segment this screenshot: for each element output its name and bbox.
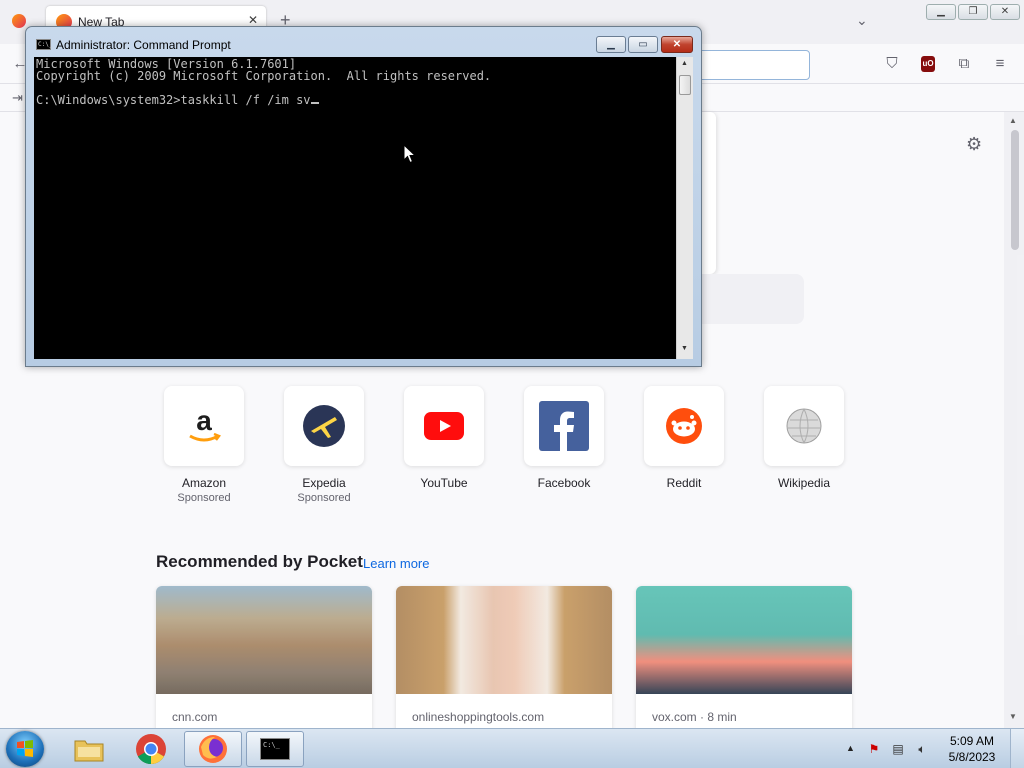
pocket-learn-more-link[interactable]: Learn more [363, 556, 429, 571]
top-site-reddit[interactable]: Reddit [636, 386, 732, 490]
page-scrollbar[interactable]: ▲ ▼ [1004, 112, 1024, 728]
pocket-card[interactable]: cnn.com [156, 586, 372, 728]
taskbar-chrome-button[interactable] [122, 731, 180, 767]
start-button-windows-icon[interactable] [6, 731, 44, 767]
taskbar-firefox-button[interactable] [184, 731, 242, 767]
facebook-icon [524, 386, 604, 466]
cmd-scrollbar[interactable]: ▲ ▼ [676, 57, 693, 359]
youtube-icon [404, 386, 484, 466]
cmd-app-icon[interactable]: C:\_ [36, 39, 52, 50]
amazon-icon: a [164, 386, 244, 466]
gear-icon[interactable]: ⚙ [966, 134, 982, 155]
cmd-scrollbar-thumb[interactable] [679, 75, 691, 95]
site-label: YouTube [420, 476, 468, 490]
system-clock[interactable]: 5:09 AM 5/8/2023 [940, 733, 1004, 765]
cmd-titlebar[interactable]: C:\_ Administrator: Command Prompt ▁ ▭ ✕ [26, 27, 701, 57]
cmd-window-title: Administrator: Command Prompt [56, 38, 231, 52]
svg-text:a: a [196, 406, 212, 436]
sponsored-label: Sponsored [297, 492, 351, 504]
cmd-minimize-button[interactable]: ▁ [596, 36, 626, 53]
firefox-logo-icon [12, 14, 26, 28]
site-label: Wikipedia [777, 476, 831, 490]
taskbar-cmd-button[interactable]: C:\_ [246, 731, 304, 767]
clock-time: 5:09 AM [949, 734, 995, 748]
url-bar[interactable] [690, 50, 810, 80]
cmd-console[interactable]: Microsoft Windows [Version 6.1.7601] Cop… [34, 57, 676, 359]
card-image [636, 586, 852, 694]
pocket-card[interactable]: onlineshoppingtools.com [396, 586, 612, 728]
mouse-pointer-icon [403, 144, 417, 164]
list-all-tabs-chevron-icon[interactable]: ⌄ [856, 12, 868, 29]
text-cursor [310, 102, 319, 104]
svg-text:C:\_: C:\_ [263, 741, 281, 749]
pocket-icon[interactable]: ⛉ [882, 54, 902, 74]
network-icon[interactable]: ▤ [890, 741, 906, 757]
card-image [156, 586, 372, 694]
top-site-facebook[interactable]: Facebook [516, 386, 612, 490]
card-source: cnn.com [172, 710, 218, 724]
site-label: Facebook [537, 476, 591, 490]
card-image [396, 586, 612, 694]
top-site-expedia[interactable]: Expedia Sponsored [276, 386, 372, 504]
wikipedia-globe-icon [764, 386, 844, 466]
taskbar-explorer-button[interactable] [60, 731, 118, 767]
pocket-card[interactable]: vox.com · 8 min [636, 586, 852, 728]
scroll-up-icon[interactable]: ▲ [681, 60, 688, 67]
show-desktop-button[interactable] [1010, 729, 1024, 768]
top-site-amazon[interactable]: a Amazon Sponsored [156, 386, 252, 504]
sponsored-label: Sponsored [177, 492, 231, 504]
volume-icon[interactable]: 🔈︎ [914, 741, 930, 757]
command-prompt-window[interactable]: C:\_ Administrator: Command Prompt ▁ ▭ ✕… [25, 26, 702, 367]
chrome-icon [136, 734, 166, 765]
firefox-icon [199, 735, 227, 763]
import-bookmarks-icon[interactable]: ⇥ [12, 90, 23, 106]
clock-date: 5/8/2023 [948, 750, 996, 764]
site-label: Amazon [181, 476, 227, 490]
top-site-wikipedia[interactable]: Wikipedia [756, 386, 852, 490]
card-source: onlineshoppingtools.com [412, 710, 545, 724]
site-label: Expedia [302, 476, 346, 490]
reddit-icon [644, 386, 724, 466]
console-command-text: C:\Windows\system32>taskkill /f /im sv [36, 93, 311, 107]
taskbar: C:\_ ▲ ⚑ ▤ 🔈︎ 5:09 AM 5/8/2023 [0, 728, 1024, 768]
action-center-flag-icon[interactable]: ⚑ [866, 741, 882, 757]
restore-button[interactable]: ❐ [958, 4, 988, 20]
top-sites: a Amazon Sponsored Expedia Sponsored You… [156, 386, 856, 506]
minimize-button[interactable]: ▁ [926, 4, 956, 20]
close-window-button[interactable]: ✕ [990, 4, 1020, 20]
console-line: Copyright (c) 2009 Microsoft Corporation… [36, 69, 492, 83]
extensions-puzzle-icon[interactable]: ⧉ [954, 54, 974, 74]
scrollbar-thumb[interactable] [1011, 130, 1019, 250]
top-site-youtube[interactable]: YouTube [396, 386, 492, 490]
scroll-down-icon[interactable]: ▼ [681, 345, 688, 352]
cmd-close-button[interactable]: ✕ [661, 36, 693, 53]
cmd-maximize-button[interactable]: ▭ [628, 36, 658, 53]
command-prompt-icon: C:\_ [260, 738, 290, 760]
site-label: Reddit [666, 476, 702, 490]
search-pill[interactable] [700, 274, 804, 324]
scroll-up-icon[interactable]: ▲ [1009, 116, 1017, 125]
ublock-origin-icon[interactable]: uO [921, 56, 935, 72]
close-tab-icon[interactable]: ✕ [248, 13, 258, 27]
menu-hamburger-icon[interactable]: ≡ [990, 54, 1010, 74]
scroll-down-icon[interactable]: ▼ [1009, 712, 1017, 721]
console-prompt-line[interactable]: C:\Windows\system32>taskkill /f /im sv [36, 93, 319, 107]
pocket-section-title: Recommended by Pocket [156, 552, 363, 571]
folder-icon [74, 740, 104, 762]
show-hidden-icons-icon[interactable]: ▲ [846, 743, 855, 753]
expedia-icon [284, 386, 364, 466]
card-source: vox.com · 8 min [652, 710, 737, 724]
